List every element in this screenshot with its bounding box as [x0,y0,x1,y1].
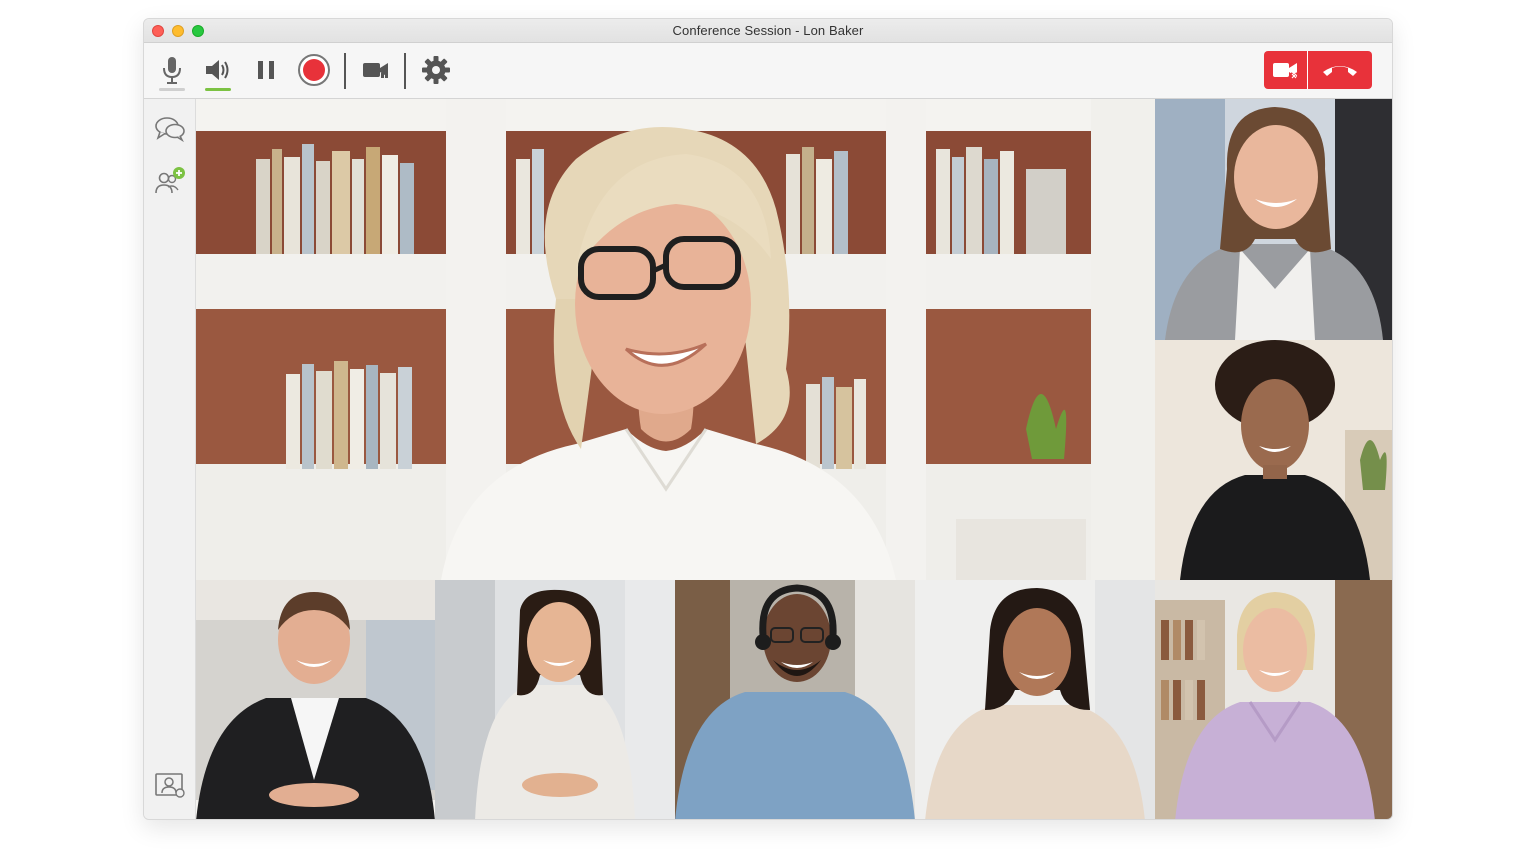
pause-icon [258,61,274,79]
chat-bubbles-icon [155,117,185,143]
app-window: Conference Session - Lon Baker [143,18,1393,820]
participant-tile-6[interactable] [915,580,1155,819]
participant-tile-1[interactable] [1155,99,1392,340]
toolbar-divider [404,53,406,89]
toolbar-divider [344,53,346,89]
microphone-button[interactable] [154,51,190,91]
main-speaker-tile[interactable] [196,99,1155,580]
sidebar [144,99,196,819]
title-bar: Conference Session - Lon Baker [144,19,1392,43]
participant-video-5 [675,580,915,819]
speaker-icon [206,60,229,80]
add-participants-icon [155,167,185,194]
gear-icon [422,56,450,84]
record-icon [298,54,330,86]
participants-button[interactable] [152,163,188,199]
speaker-button[interactable] [200,51,236,91]
stop-video-button[interactable] [1264,51,1308,89]
video-grid [196,99,1392,819]
phone-hangup-icon [1323,66,1357,76]
video-camera-icon [363,63,388,78]
participant-tile-4[interactable] [435,580,675,819]
participant-video-6 [915,580,1155,819]
window-title: Conference Session - Lon Baker [672,23,864,38]
contact-card-icon [155,773,185,798]
hang-up-button[interactable] [1308,51,1372,89]
participant-tile-2[interactable] [1155,340,1392,580]
stage: Conference Session - Lon Baker [0,0,1536,864]
call-end-controls [1264,51,1372,89]
participant-video-1 [1155,99,1392,340]
chat-button[interactable] [152,111,188,147]
video-off-icon [1272,63,1298,80]
self-view-button[interactable] [152,767,188,803]
pause-button[interactable] [248,51,284,89]
speaker-active-indicator [205,88,231,91]
participant-tile-5[interactable] [675,580,915,819]
participant-video-2 [1155,340,1392,580]
participant-tile-3[interactable] [196,580,435,819]
participant-tile-7[interactable] [1155,580,1392,819]
toolbar [144,43,1392,99]
settings-button[interactable] [418,51,454,89]
microphone-icon [163,57,181,84]
video-button[interactable] [358,51,394,89]
participant-video-3 [196,580,435,819]
main-speaker-video [196,99,1155,580]
record-button[interactable] [296,51,332,89]
participant-video-4 [435,580,675,819]
microphone-indicator [159,88,185,91]
participant-video-7 [1155,580,1392,819]
